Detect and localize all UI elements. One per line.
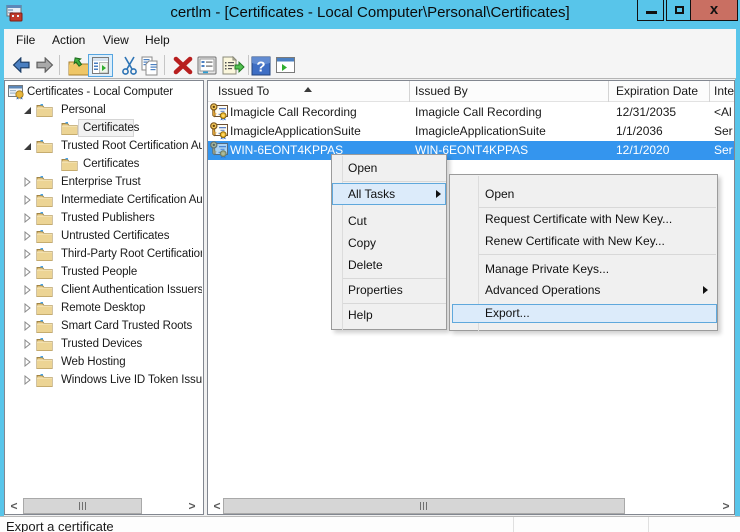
svg-text:?: ? — [256, 59, 265, 76]
